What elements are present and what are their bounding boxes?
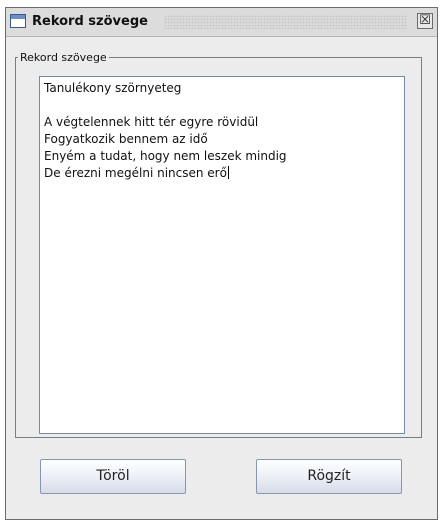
save-button[interactable]: Rögzít bbox=[256, 459, 402, 494]
text-caret bbox=[227, 166, 229, 179]
window-title: Rekord szövege bbox=[32, 14, 148, 29]
title-bar-texture bbox=[164, 15, 407, 29]
text-line: De érezni megélni nincsen erő bbox=[44, 166, 227, 180]
close-icon[interactable]: ☒ bbox=[417, 13, 433, 29]
text-line: Tanulékony szörnyeteg bbox=[44, 81, 182, 95]
text-line-last: De érezni megélni nincsen erő bbox=[44, 165, 400, 182]
text-line: A végtelennek hitt tér egyre rövidül bbox=[44, 115, 259, 129]
delete-button[interactable]: Töröl bbox=[40, 459, 186, 494]
record-text-area[interactable]: Tanulékony szörnyeteg A végtelennek hitt… bbox=[39, 76, 405, 434]
group-label: Rekord szövege bbox=[20, 51, 107, 64]
text-line: Fogyatkozik bennem az idő bbox=[44, 132, 208, 146]
title-bar[interactable]: Rekord szövege ☒ bbox=[6, 8, 437, 37]
window-icon bbox=[10, 14, 26, 28]
text-line: Enyém a tudat, hogy nem leszek mindig bbox=[44, 149, 287, 163]
text-line bbox=[44, 97, 400, 114]
